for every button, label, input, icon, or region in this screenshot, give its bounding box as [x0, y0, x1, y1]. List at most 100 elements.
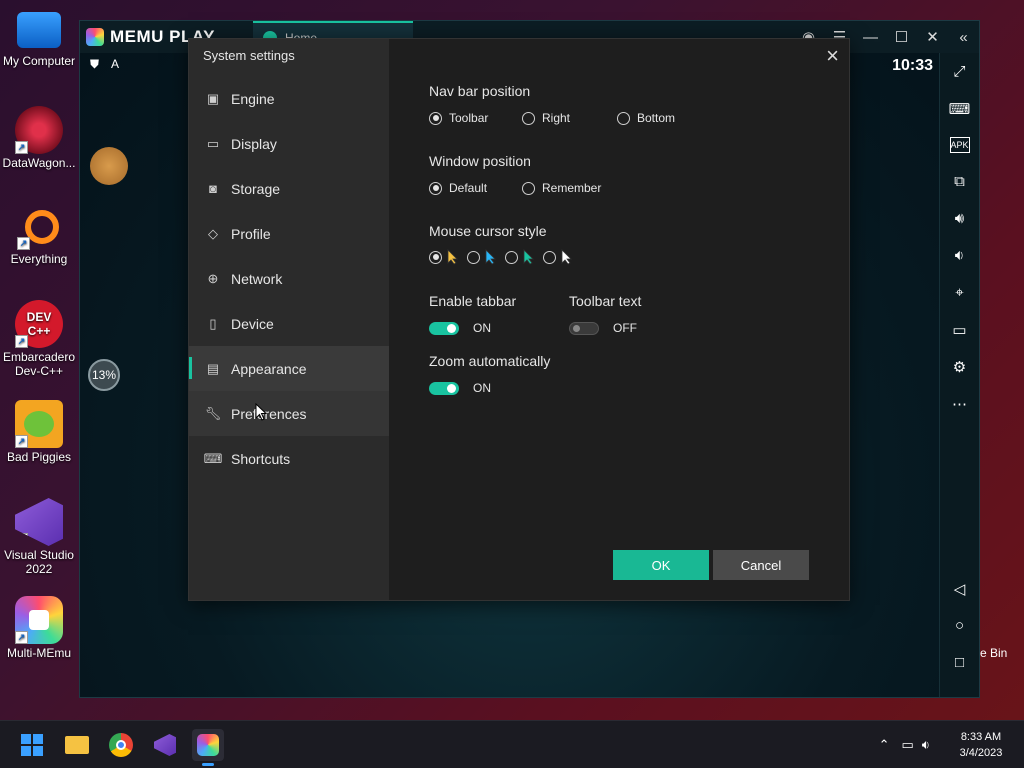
tag-icon: ◇ [208, 225, 218, 241]
nav-item-profile[interactable]: ◇ Profile [189, 211, 389, 256]
multi-window-icon[interactable]: ⧉ [945, 163, 975, 200]
devcpp-icon: DEV C++ ↗ [15, 300, 63, 348]
network-icon[interactable]: ▭ [902, 737, 914, 753]
desktop-icon-visual-studio[interactable]: ↗ Visual Studio 2022 [0, 498, 78, 576]
back-icon[interactable]: ◁ [945, 570, 975, 607]
datawagon-icon: ↗ [15, 106, 63, 154]
radio-default[interactable]: Default [429, 181, 522, 195]
radio-cursor-yellow[interactable] [429, 249, 467, 265]
nav-item-preferences[interactable]: 🔧︎ Preferences [189, 391, 389, 436]
dialog-title: System settings [203, 48, 295, 63]
maximize-button[interactable]: ☐ [886, 28, 917, 46]
desktop-icon-everything[interactable]: ↗ Everything [0, 204, 78, 266]
radio-right[interactable]: Right [522, 111, 617, 125]
desktop-icon-devcpp[interactable]: DEV C++ ↗ Embarcadero Dev-C++ [0, 300, 78, 378]
storage-icon: ◙ [209, 181, 217, 196]
more-icon[interactable]: ⋯ [945, 385, 975, 422]
nav-item-shortcuts[interactable]: ⌨ Shortcuts [189, 436, 389, 481]
nav-bar-position-group: Toolbar Right Bottom [429, 111, 675, 125]
minimize-button[interactable]: — [855, 29, 886, 46]
chevron-up-icon[interactable]: ⌃ [879, 737, 890, 753]
nav-item-network[interactable]: ⊕ Network [189, 256, 389, 301]
desktop-icon-recycle-bin[interactable]: e Bin [980, 646, 1007, 660]
radio-indicator [522, 181, 535, 195]
toolbar-text-toggle[interactable] [569, 321, 599, 335]
android-status-icons: ⛊ A [90, 57, 119, 72]
radio-cursor-white[interactable] [543, 249, 581, 265]
desktop-icon-my-computer[interactable]: My Computer [0, 10, 78, 68]
collapse-sidebar-icon[interactable]: « [948, 29, 979, 46]
cancel-button[interactable]: Cancel [713, 550, 809, 580]
cursor-blue-icon [485, 249, 496, 265]
desktop-icon-multi-memu[interactable]: ↗ Multi-MEmu [0, 596, 78, 660]
home-icon[interactable]: ○ [945, 607, 975, 644]
taskbar-memu[interactable] [192, 729, 224, 766]
monitor-icon: ▭ [206, 135, 220, 151]
taskbar-file-explorer[interactable] [61, 729, 93, 761]
enable-tabbar-label: Enable tabbar [429, 293, 517, 309]
volume-icon[interactable]: 🔉︎ [922, 737, 930, 753]
shortcut-arrow-icon: ↗ [15, 533, 28, 546]
wrench-icon: 🔧︎ [204, 405, 222, 421]
apk-icon[interactable]: APK [949, 137, 970, 153]
radio-cursor-teal[interactable] [505, 249, 543, 265]
zoom-automatically-state: ON [473, 381, 491, 395]
shortcut-arrow-icon: ↗ [15, 141, 28, 154]
android-clock: 10:33 [892, 57, 933, 74]
dialog-close-button[interactable]: × [826, 43, 839, 69]
settings-sidebar: System settings ▣ Engine ▭ Display ◙ Sto… [189, 39, 389, 600]
enable-tabbar-toggle[interactable] [429, 321, 459, 335]
gear-icon[interactable]: ⚙ [945, 348, 975, 385]
volume-down-icon[interactable]: 🔉︎ [945, 237, 975, 274]
magnifier-icon: ↗ [17, 210, 59, 250]
chrome-icon [109, 733, 133, 757]
desktop-icon-label: Visual Studio 2022 [4, 548, 74, 576]
windows-icon [21, 734, 43, 756]
cursor-white-icon [561, 249, 572, 265]
nav-item-device[interactable]: ▯ Device [189, 301, 389, 346]
memu-icon [197, 734, 219, 756]
radio-remember[interactable]: Remember [522, 181, 601, 195]
desktop-icon-bad-piggies[interactable]: ↗ Bad Piggies [0, 400, 78, 464]
nav-item-appearance[interactable]: ▤ Appearance [189, 346, 389, 391]
piggy-icon: ↗ [15, 400, 63, 448]
nav-bar-position-label: Nav bar position [429, 83, 531, 99]
keyboard-icon: ⌨ [203, 450, 223, 466]
desktop-icon-datawagon[interactable]: ↗ DataWagon... [0, 106, 78, 170]
radio-toolbar[interactable]: Toolbar [429, 111, 522, 125]
close-button[interactable]: ✕ [917, 28, 948, 46]
start-button[interactable] [16, 729, 48, 761]
phone-icon: ▯ [209, 315, 217, 331]
radio-cursor-blue[interactable] [467, 249, 505, 265]
visual-studio-icon: ↗ [15, 498, 63, 546]
radio-bottom[interactable]: Bottom [617, 111, 675, 125]
recents-icon[interactable]: □ [945, 644, 975, 681]
shortcut-arrow-icon: ↗ [15, 631, 28, 644]
system-tray: ⌃ ▭ 🔉︎ 8:33 AM 3/4/2023 [879, 721, 1024, 768]
desktop-icon-label: My Computer [2, 54, 76, 68]
zoom-automatically-toggle[interactable] [429, 381, 459, 395]
zoom-automatically-toggle-row: ON [429, 381, 491, 395]
desktop-icon-label: e Bin [980, 646, 1008, 660]
window-position-group: Default Remember [429, 181, 601, 195]
chip-icon: ▣ [206, 90, 220, 106]
fullscreen-icon[interactable]: ⤢ [945, 53, 975, 90]
taskbar-visual-studio[interactable] [149, 729, 181, 761]
a-icon: A [111, 57, 120, 71]
nav-item-storage[interactable]: ◙ Storage [189, 166, 389, 211]
taskbar-chrome[interactable] [105, 729, 137, 761]
taskbar-clock[interactable]: 8:33 AM 3/4/2023 [946, 729, 1016, 761]
volume-up-icon[interactable]: 🔊︎ [945, 200, 975, 237]
folder-icon[interactable]: ▭ [945, 311, 975, 348]
keyboard-icon[interactable]: ⌨ [945, 90, 975, 127]
nav-item-engine[interactable]: ▣ Engine [189, 76, 389, 121]
toolbar-text-state: OFF [613, 321, 637, 335]
location-icon[interactable]: ⌖ [945, 274, 975, 311]
ok-button[interactable]: OK [613, 550, 709, 580]
enable-tabbar-toggle-row: ON [429, 321, 491, 335]
toolbar-text-label: Toolbar text [569, 293, 642, 309]
cookie-icon[interactable] [90, 147, 128, 185]
taskbar-time: 8:33 AM [960, 731, 1002, 743]
shortcut-arrow-icon: ↗ [17, 237, 30, 250]
nav-item-display[interactable]: ▭ Display [189, 121, 389, 166]
